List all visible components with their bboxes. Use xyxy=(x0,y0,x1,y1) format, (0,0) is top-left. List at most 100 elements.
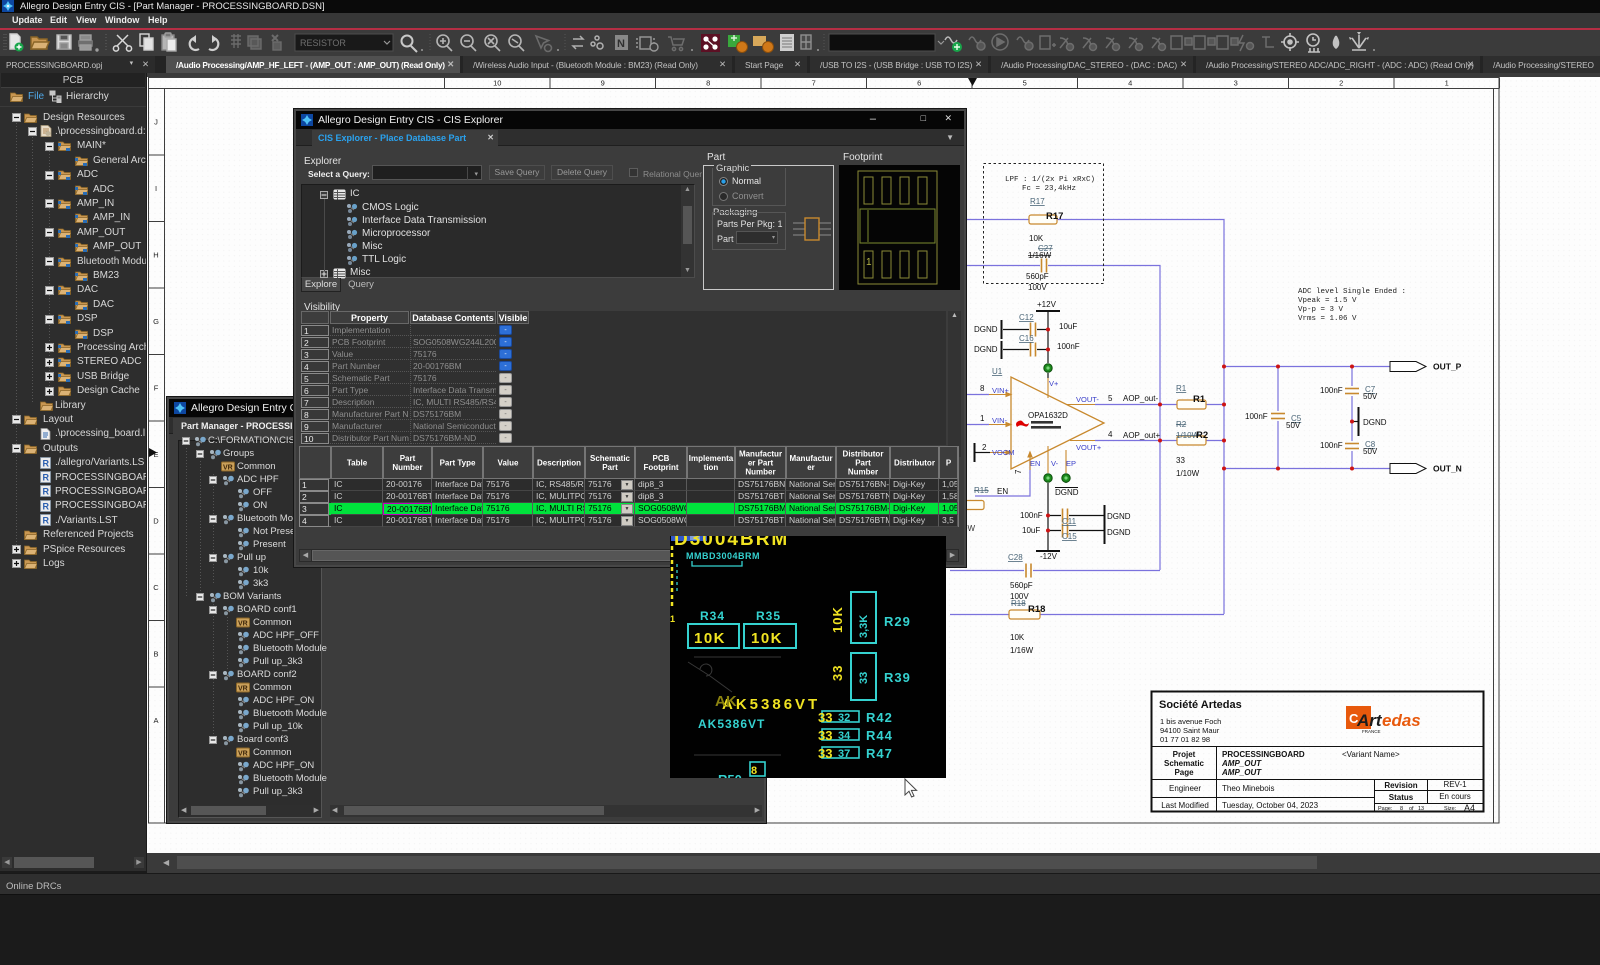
svg-text:R42: R42 xyxy=(866,710,893,725)
svg-text:8: 8 xyxy=(751,765,757,777)
svg-text:AMP_OUT: AMP_OUT xyxy=(1221,768,1262,777)
svg-text:R2: R2 xyxy=(1176,420,1187,429)
svg-text:1: 1 xyxy=(670,614,675,624)
svg-text:C: C xyxy=(153,583,159,592)
svg-text:<Variant Name>: <Variant Name> xyxy=(1342,750,1400,759)
svg-text:6: 6 xyxy=(917,79,921,88)
svg-text:H: H xyxy=(153,251,158,260)
svg-text:100nF: 100nF xyxy=(1245,412,1268,421)
svg-text:10K: 10K xyxy=(1010,633,1025,642)
svg-text:R47: R47 xyxy=(866,746,893,761)
svg-text:R17: R17 xyxy=(1030,197,1045,206)
svg-text:En cours: En cours xyxy=(1439,792,1471,801)
svg-text:VIN-: VIN- xyxy=(992,416,1008,425)
svg-text:R2: R2 xyxy=(1196,430,1208,441)
svg-text:33: 33 xyxy=(818,746,832,761)
svg-text:13: 13 xyxy=(1418,806,1424,812)
svg-text:50V: 50V xyxy=(1363,392,1378,401)
svg-text:34: 34 xyxy=(838,730,851,742)
svg-text:of: of xyxy=(1409,806,1414,812)
svg-text:33: 33 xyxy=(858,672,870,684)
svg-text:R50: R50 xyxy=(718,772,742,778)
svg-text:Vpeak = 1.5 V: Vpeak = 1.5 V xyxy=(1298,297,1357,305)
svg-text:R15: R15 xyxy=(974,486,989,495)
svg-text:R: R xyxy=(43,473,50,483)
svg-text:R: R xyxy=(43,501,50,511)
svg-text:R: R xyxy=(43,516,50,526)
svg-text:R18: R18 xyxy=(1011,599,1026,608)
svg-text:Status: Status xyxy=(1389,793,1414,802)
svg-text:8: 8 xyxy=(980,384,985,393)
svg-text:VR: VR xyxy=(238,686,248,693)
svg-text:100nF: 100nF xyxy=(1020,511,1043,520)
svg-text:2: 2 xyxy=(1339,79,1343,88)
svg-text:AMP_OUT: AMP_OUT xyxy=(1221,759,1262,768)
svg-text:560pF: 560pF xyxy=(1010,581,1033,590)
svg-text:50V: 50V xyxy=(1363,447,1378,456)
svg-text:VOUT+: VOUT+ xyxy=(1076,443,1102,452)
svg-text:1: 1 xyxy=(866,257,872,268)
svg-text:560pF: 560pF xyxy=(1026,272,1049,281)
svg-text:7: 7 xyxy=(1014,469,1023,474)
svg-text:Schematic: Schematic xyxy=(1164,759,1205,768)
svg-text:10uF: 10uF xyxy=(1059,322,1077,331)
svg-text:DGND: DGND xyxy=(974,345,998,354)
svg-text:C12: C12 xyxy=(1019,313,1034,322)
svg-text:100nF: 100nF xyxy=(1320,441,1343,450)
svg-text:+12V: +12V xyxy=(1037,300,1057,309)
svg-text:10K: 10K xyxy=(1029,234,1044,243)
svg-text:10K: 10K xyxy=(694,630,726,647)
svg-text:R1: R1 xyxy=(1193,394,1206,405)
svg-text:VOUT-: VOUT- xyxy=(1076,395,1099,404)
svg-text:Theo Minebois: Theo Minebois xyxy=(1222,784,1274,793)
svg-text:EP: EP xyxy=(1066,459,1076,468)
svg-text:100V: 100V xyxy=(1028,283,1047,292)
svg-text:A4: A4 xyxy=(1464,803,1475,813)
svg-text:-12V: -12V xyxy=(1040,552,1058,561)
svg-text:DGND: DGND xyxy=(1107,512,1131,521)
svg-text:VOCM: VOCM xyxy=(992,448,1015,457)
svg-text:R39: R39 xyxy=(884,670,911,685)
svg-text:100nF: 100nF xyxy=(1057,342,1080,351)
svg-text:Page: Page xyxy=(1174,768,1194,777)
svg-text:C28: C28 xyxy=(1008,553,1023,562)
svg-text:VR: VR xyxy=(238,621,248,628)
svg-text:1: 1 xyxy=(980,414,985,423)
svg-text:J: J xyxy=(154,118,158,127)
svg-text:3,3K: 3,3K xyxy=(858,615,870,638)
svg-text:AOP_out+: AOP_out+ xyxy=(1123,431,1160,440)
svg-text:DGND: DGND xyxy=(1107,528,1131,537)
svg-text:01 77 01 82 98: 01 77 01 82 98 xyxy=(1160,735,1210,744)
svg-text:MMBD3004BRM: MMBD3004BRM xyxy=(686,551,760,561)
svg-text:5: 5 xyxy=(1023,79,1027,88)
svg-text:F: F xyxy=(154,384,159,393)
svg-text:I: I xyxy=(155,184,157,193)
svg-text:R35: R35 xyxy=(756,609,781,623)
svg-text:V+: V+ xyxy=(1049,379,1059,388)
svg-text:1/16W: 1/16W xyxy=(1028,251,1052,260)
svg-text:PROCESSINGBOARD: PROCESSINGBOARD xyxy=(1222,750,1305,759)
svg-text:33: 33 xyxy=(818,728,832,743)
svg-text:3: 3 xyxy=(1234,79,1238,88)
svg-text:EN: EN xyxy=(997,487,1008,496)
svg-text:R: R xyxy=(43,458,50,468)
svg-text:VR: VR xyxy=(223,465,233,472)
svg-text:AK5386VT: AK5386VT xyxy=(722,696,820,713)
svg-text:R44: R44 xyxy=(866,728,893,743)
svg-text:1/10W: 1/10W xyxy=(1176,469,1200,478)
svg-text:50V: 50V xyxy=(1286,421,1301,430)
svg-text:5: 5 xyxy=(1108,394,1113,403)
svg-text:9: 9 xyxy=(601,79,605,88)
svg-text:OUT_N: OUT_N xyxy=(1433,464,1462,474)
svg-text:Art: Art xyxy=(1356,711,1383,730)
svg-text:REV-1: REV-1 xyxy=(1443,780,1467,789)
svg-text:Page:: Page: xyxy=(1378,806,1393,812)
svg-text:10K: 10K xyxy=(751,630,783,647)
svg-text:4: 4 xyxy=(1108,430,1113,439)
svg-text:C15: C15 xyxy=(1062,532,1077,541)
svg-text:C16: C16 xyxy=(1019,334,1034,343)
svg-text:C11: C11 xyxy=(1062,517,1077,526)
svg-text:R: R xyxy=(43,487,50,497)
svg-text:U1: U1 xyxy=(992,367,1003,376)
svg-text:1 bis avenue Foch: 1 bis avenue Foch xyxy=(1160,717,1221,726)
